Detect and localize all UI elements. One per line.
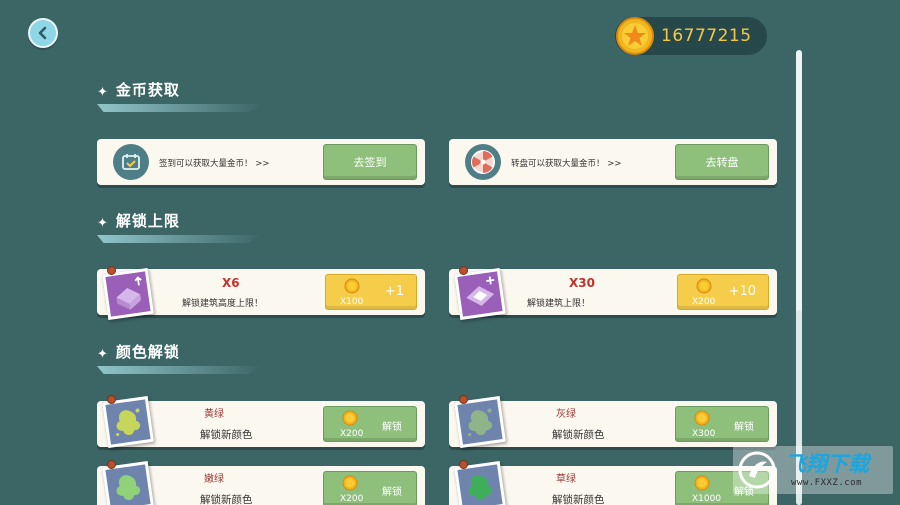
limit-desc: 解锁建筑高度上限！ <box>182 299 264 309</box>
unlock-label: 解锁 <box>734 422 754 433</box>
coin-icon <box>696 278 712 294</box>
buy-height-limit-button[interactable]: X100 +1 <box>325 274 417 310</box>
pin-icon <box>459 395 468 404</box>
calendar-icon <box>113 144 149 180</box>
color-desc: 解锁新颜色 <box>552 494 605 505</box>
unlock-graygreen-button[interactable]: X300 解锁 <box>675 406 769 442</box>
unlock-label: 解锁 <box>382 487 402 498</box>
unlock-yellowgreen-button[interactable]: X200 解锁 <box>323 406 417 442</box>
cost-label: X1000 <box>692 494 722 504</box>
coin-amount: 16777215 <box>661 26 752 46</box>
wheel-text: 转盘可以获取大量金币！ >> <box>511 159 622 169</box>
gain-label: +10 <box>728 284 756 299</box>
section-title-limit: ✦ 解锁上限 <box>97 203 262 243</box>
signin-button[interactable]: 去签到 <box>323 144 417 180</box>
pin-icon <box>459 460 468 469</box>
unlock-label: 解锁 <box>382 422 402 433</box>
pin-icon <box>107 395 116 404</box>
color-name: 灰绿 <box>556 409 576 420</box>
title-underline <box>97 235 262 243</box>
cost-label: X200 <box>340 494 364 504</box>
wheel-card: 转盘可以获取大量金币！ >> 去转盘 <box>449 139 777 185</box>
section-title-text: 金币获取 <box>115 80 180 99</box>
pin-icon <box>107 460 116 469</box>
cost-label: X200 <box>340 429 364 439</box>
building-count-icon <box>454 268 506 320</box>
watermark-title: 飞翔下载 <box>785 452 869 476</box>
title-underline <box>97 366 262 374</box>
sparkle-icon: ✦ <box>97 346 108 362</box>
coin-icon <box>342 410 358 426</box>
color-desc: 解锁新颜色 <box>552 429 605 441</box>
color-card-graygreen: 灰绿 解锁新颜色 X300 解锁 <box>449 395 777 448</box>
watermark-url: www.FXXZ.com <box>791 478 863 488</box>
sparkle-icon: ✦ <box>97 84 108 100</box>
color-card-tendergreen: 嫩绿 解锁新颜色 X200 解锁 <box>97 460 425 505</box>
color-name: 嫩绿 <box>204 474 224 485</box>
color-desc: 解锁新颜色 <box>200 494 253 505</box>
color-name: 黄绿 <box>204 409 224 420</box>
star-coin-icon <box>616 17 654 55</box>
watermark-logo-icon <box>738 451 776 489</box>
color-name: 草绿 <box>556 474 576 485</box>
limit-multiplier: X30 <box>569 276 595 290</box>
cost-label: X200 <box>692 297 716 307</box>
limit-multiplier: X6 <box>222 276 240 290</box>
color-card-grassgreen: 草绿 解锁新颜色 X1000 解锁 <box>449 460 777 505</box>
color-desc: 解锁新颜色 <box>200 429 253 441</box>
section-title-color: ✦ 颜色解锁 <box>97 334 262 374</box>
back-button[interactable] <box>28 18 58 48</box>
buy-building-limit-button[interactable]: X200 +10 <box>677 274 769 310</box>
title-underline <box>97 104 262 112</box>
building-limit-card: X30 解锁建筑上限！ X200 +10 <box>449 266 777 320</box>
coin-icon <box>342 475 358 491</box>
pin-icon <box>459 266 468 275</box>
unlock-tendergreen-button[interactable]: X200 解锁 <box>323 471 417 505</box>
height-limit-card: X6 解锁建筑高度上限！ X100 +1 <box>97 266 425 320</box>
signin-text: 签到可以获取大量金币！ >> <box>159 159 270 169</box>
cost-label: X300 <box>692 429 716 439</box>
wheel-button[interactable]: 去转盘 <box>675 144 769 180</box>
signin-card: 签到可以获取大量金币！ >> 去签到 <box>97 139 425 185</box>
section-title-text: 颜色解锁 <box>115 342 180 361</box>
chevron-left-icon <box>38 26 47 40</box>
watermark: 飞翔下载 www.FXXZ.com <box>733 446 893 494</box>
wheel-icon <box>465 144 501 180</box>
limit-desc: 解锁建筑上限！ <box>527 299 591 309</box>
gain-label: +1 <box>384 284 404 299</box>
coin-icon <box>694 410 710 426</box>
cost-label: X100 <box>340 297 364 307</box>
pin-icon <box>107 266 116 275</box>
section-title-gold: ✦ 金币获取 <box>97 72 262 112</box>
coin-icon <box>344 278 360 294</box>
coin-counter: 16777215 <box>615 17 767 55</box>
sparkle-icon: ✦ <box>97 215 108 231</box>
building-height-icon <box>102 268 154 320</box>
section-title-text: 解锁上限 <box>115 211 180 230</box>
coin-icon <box>694 475 710 491</box>
color-card-yellowgreen: 黄绿 解锁新颜色 X200 解锁 <box>97 395 425 448</box>
